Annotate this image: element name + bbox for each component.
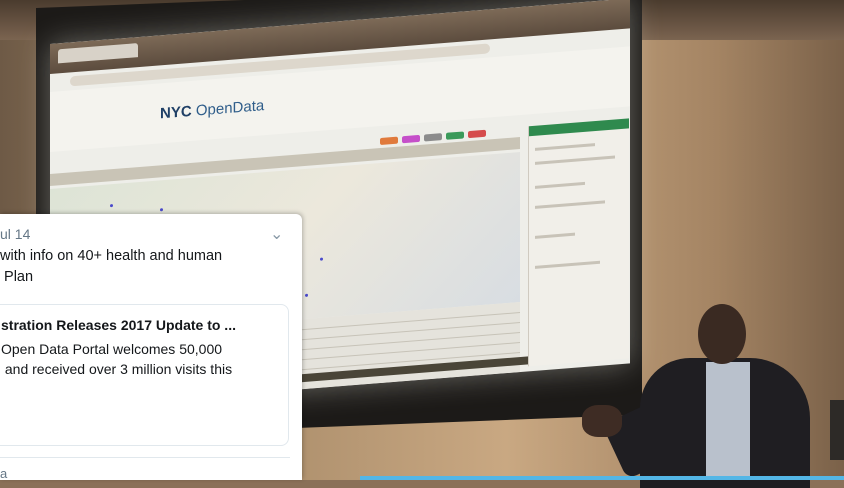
filter-chip — [446, 131, 464, 140]
logo-prefix: NYC — [160, 102, 192, 123]
panel-line — [535, 260, 600, 269]
map-dot — [160, 208, 163, 212]
panel-header — [529, 118, 629, 137]
link-preview-card[interactable]: stration Releases 2017 Update to ... Ope… — [0, 304, 289, 446]
presenter-hand — [582, 405, 622, 437]
link-card-description: Open Data Portal welcomes 50,000 and rec… — [1, 341, 233, 377]
tweet-text: with info on 40+ health and human Plan — [0, 248, 223, 285]
tweet-date: ul 14 — [0, 226, 31, 242]
presenter — [582, 300, 810, 488]
tweet-divider — [0, 457, 290, 458]
floor-strip — [360, 476, 844, 480]
panel-line — [535, 143, 595, 151]
tweet-card[interactable]: ul 14 ⌄ with info on 40+ health and huma… — [0, 214, 302, 481]
browser-tab — [58, 43, 138, 64]
side-object — [830, 400, 844, 460]
presenter-shirt — [706, 362, 750, 480]
tweet-footer: a — [0, 466, 8, 481]
filter-chip — [468, 129, 486, 139]
filter-chip — [424, 133, 442, 142]
panel-line — [535, 181, 585, 189]
chevron-down-icon[interactable]: ⌄ — [270, 224, 283, 244]
map-dot — [305, 293, 308, 297]
panel-line — [535, 155, 615, 165]
panel-line — [535, 232, 575, 239]
filter-chip — [402, 134, 420, 144]
filter-chip — [380, 136, 398, 146]
map-dot — [320, 257, 323, 261]
presenter-head — [698, 304, 746, 364]
panel-line — [535, 200, 605, 209]
link-card-title: stration Releases 2017 Update to ... — [1, 317, 236, 333]
map-dot — [110, 204, 113, 208]
